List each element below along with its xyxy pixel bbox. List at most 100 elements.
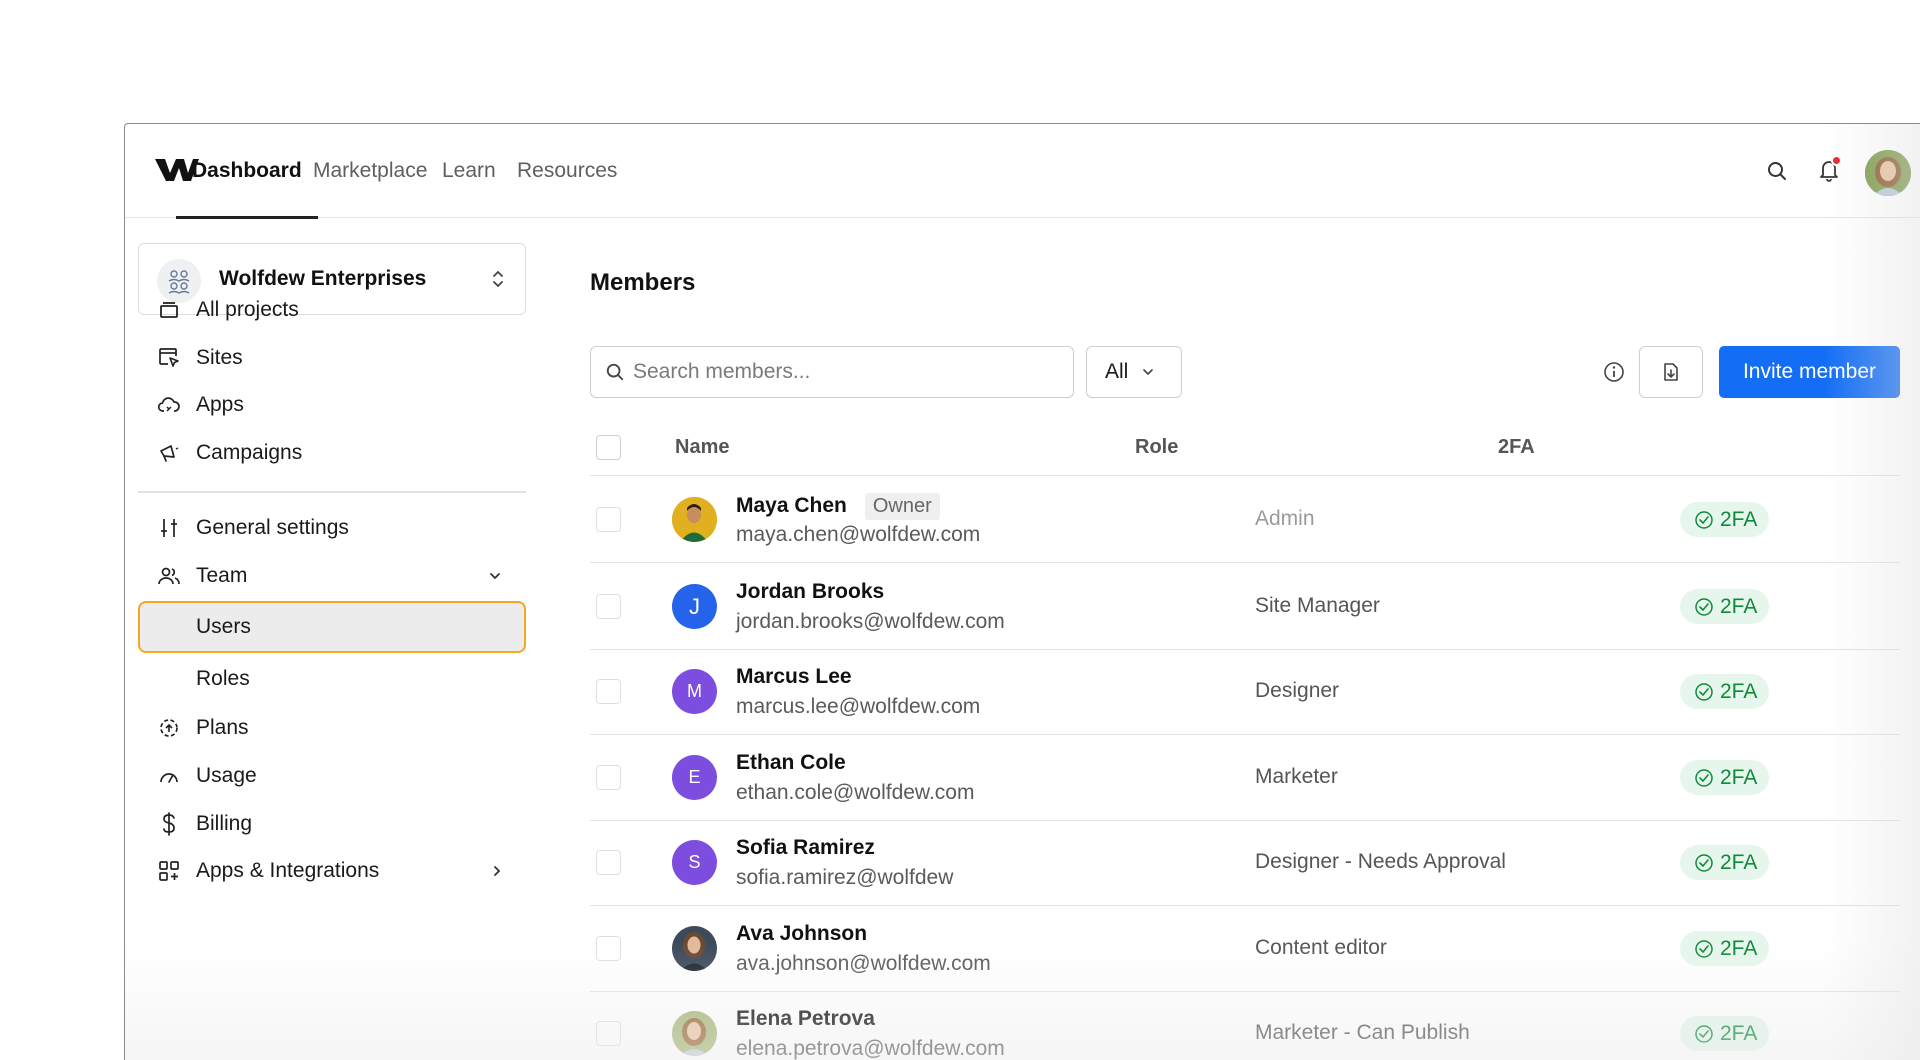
notification-dot [1831, 155, 1842, 166]
sidebar-item-billing[interactable]: Billing [138, 799, 526, 849]
sidebar-item-label: Usage [196, 764, 257, 787]
row-checkbox[interactable] [596, 765, 621, 790]
sidebar-item-label: Plans [196, 716, 249, 739]
member-name: Maya Chen Owner [736, 493, 940, 520]
member-role: Designer [1255, 679, 1340, 702]
table-row[interactable]: Elena Petrova elena.petrova@wolfdew.com … [590, 991, 1900, 1060]
member-role: Marketer - Can Publish [1255, 1021, 1470, 1044]
sidebar-item-label: General settings [196, 516, 349, 539]
column-header-2fa[interactable]: 2FA [1498, 436, 1535, 459]
nav-tab-resources[interactable]: Resources [501, 124, 633, 218]
avatar: S [672, 840, 717, 885]
sidebar-item-label: Campaigns [196, 441, 303, 464]
sidebar-item-label: Apps & Integrations [196, 859, 380, 882]
chevron-down-icon [1142, 368, 1154, 376]
owner-badge: Owner [864, 493, 940, 520]
2fa-badge: 2FA [1680, 502, 1770, 537]
avatar [672, 926, 717, 971]
member-name: Ava Johnson [736, 922, 868, 945]
2fa-badge: 2FA [1680, 845, 1770, 880]
member-email: jordan.brooks@wolfdew.com [736, 610, 1005, 633]
dollar-icon [156, 812, 182, 836]
top-nav: Dashboard Marketplace Learn Resources [125, 124, 1920, 219]
row-checkbox[interactable] [596, 507, 621, 532]
chevron-right-icon [492, 864, 502, 878]
sidebar-item-label: Apps [196, 393, 244, 416]
sidebar-item-roles[interactable]: Roles [138, 653, 526, 705]
avatar: J [672, 584, 717, 629]
table-row[interactable]: M Marcus Lee marcus.lee@wolfdew.com Desi… [590, 649, 1900, 735]
table-row[interactable]: J Jordan Brooks jordan.brooks@wolfdew.co… [590, 564, 1900, 650]
member-role: Content editor [1255, 936, 1387, 959]
avatar [672, 1011, 717, 1056]
2fa-badge: 2FA [1680, 931, 1770, 966]
row-checkbox[interactable] [596, 850, 621, 875]
member-name: Marcus Lee [736, 665, 852, 688]
member-email: marcus.lee@wolfdew.com [736, 695, 981, 718]
select-all-checkbox[interactable] [596, 435, 621, 460]
role-filter-select[interactable]: All [1086, 346, 1182, 398]
check-circle-icon [1695, 510, 1713, 529]
column-header-role[interactable]: Role [1135, 436, 1178, 459]
check-circle-icon [1695, 597, 1713, 616]
user-avatar[interactable] [1865, 150, 1911, 196]
2fa-badge: 2FA [1680, 1016, 1770, 1051]
2fa-badge: 2FA [1680, 589, 1770, 624]
page-title: Members [590, 269, 696, 296]
column-header-name[interactable]: Name [675, 436, 729, 459]
member-role: Admin [1255, 507, 1315, 530]
bell-icon[interactable] [1813, 154, 1845, 186]
gauge-icon [156, 767, 182, 785]
app-window: Dashboard Marketplace Learn Resources Wo… [124, 123, 1920, 1060]
row-checkbox[interactable] [596, 679, 621, 704]
row-checkbox[interactable] [596, 594, 621, 619]
nav-tab-learn[interactable]: Learn [426, 124, 512, 218]
team-icon [156, 566, 182, 586]
sidebar-divider [138, 491, 526, 493]
member-name: Jordan Brooks [736, 580, 885, 603]
check-circle-icon [1695, 939, 1713, 958]
invite-member-button[interactable]: Invite member [1719, 346, 1900, 398]
sidebar-item-label: Sites [196, 346, 243, 369]
sidebar-item-all-projects[interactable]: All projects [138, 285, 526, 335]
table-row[interactable]: Maya Chen Owner maya.chen@wolfdew.com Adm… [590, 477, 1900, 563]
sidebar-item-team[interactable]: Team [138, 551, 526, 601]
member-name: Sofia Ramirez [736, 836, 875, 859]
sidebar-item-users[interactable]: Users [138, 601, 526, 653]
sidebar-item-apps-integrations[interactable]: Apps & Integrations [138, 846, 526, 896]
table-row[interactable]: E Ethan Cole ethan.cole@wolfdew.com Mark… [590, 735, 1900, 821]
sidebar-item-usage[interactable]: Usage [138, 751, 526, 801]
plans-icon [156, 717, 182, 739]
row-checkbox[interactable] [596, 1021, 621, 1046]
megaphone-icon [156, 442, 182, 464]
sidebar-item-plans[interactable]: Plans [138, 703, 526, 753]
sidebar-item-general-settings[interactable]: General settings [138, 503, 526, 553]
info-icon[interactable] [1600, 358, 1628, 386]
search-box [590, 346, 1074, 398]
search-input[interactable] [633, 360, 1053, 384]
sidebar-item-campaigns[interactable]: Campaigns [138, 428, 526, 478]
member-name: Elena Petrova [736, 1007, 875, 1030]
member-email: sofia.ramirez@wolfdew [736, 866, 954, 889]
filter-value: All [1105, 360, 1129, 383]
table-row[interactable]: S Sofia Ramirez sofia.ramirez@wolfdew De… [590, 820, 1900, 906]
site-cursor-icon [156, 347, 182, 369]
table-row[interactable]: Ava Johnson ava.johnson@wolfdew.com Cont… [590, 906, 1900, 992]
avatar: E [672, 755, 717, 800]
export-button[interactable] [1639, 346, 1703, 398]
export-icon [1664, 363, 1678, 381]
nav-tab-marketplace[interactable]: Marketplace [297, 124, 443, 218]
chevron-down-icon [488, 571, 502, 581]
sidebar-item-label: Team [196, 564, 248, 587]
member-email: maya.chen@wolfdew.com [736, 523, 981, 546]
sidebar-item-sites[interactable]: Sites [138, 333, 526, 383]
check-circle-icon [1695, 768, 1713, 787]
avatar: M [672, 669, 717, 714]
avatar [672, 497, 717, 542]
sidebar-item-apps[interactable]: Apps [138, 380, 526, 430]
member-role: Site Manager [1255, 594, 1380, 617]
check-circle-icon [1695, 1024, 1713, 1043]
row-checkbox[interactable] [596, 936, 621, 961]
search-icon[interactable] [1761, 155, 1793, 187]
member-email: ethan.cole@wolfdew.com [736, 781, 975, 804]
